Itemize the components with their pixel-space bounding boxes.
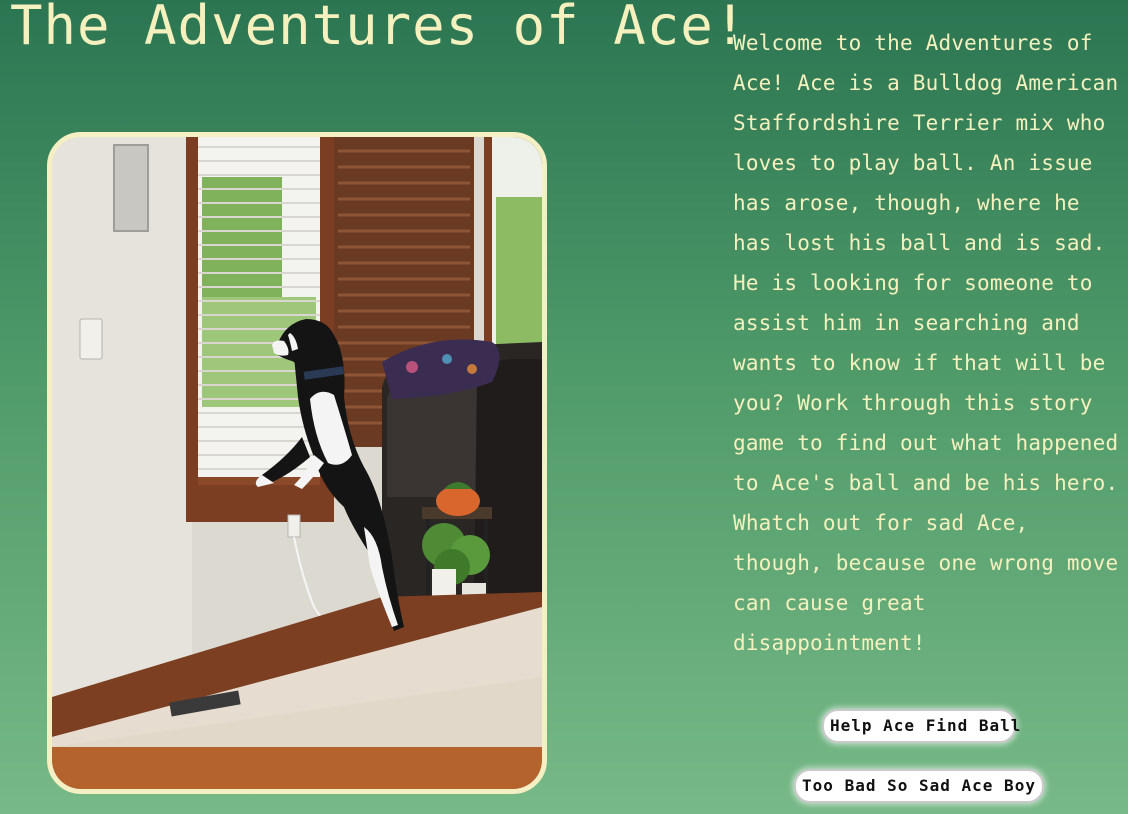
ace-photo-frame (47, 132, 547, 794)
page-title: The Adventures of Ace! (10, 0, 748, 57)
too-bad-so-sad-button[interactable]: Too Bad So Sad Ace Boy (794, 769, 1044, 803)
help-ace-find-ball-button[interactable]: Help Ace Find Ball (822, 709, 1020, 743)
ace-photo (52, 137, 542, 789)
intro-paragraph: Welcome to the Adventures of Ace! Ace is… (733, 31, 1119, 655)
